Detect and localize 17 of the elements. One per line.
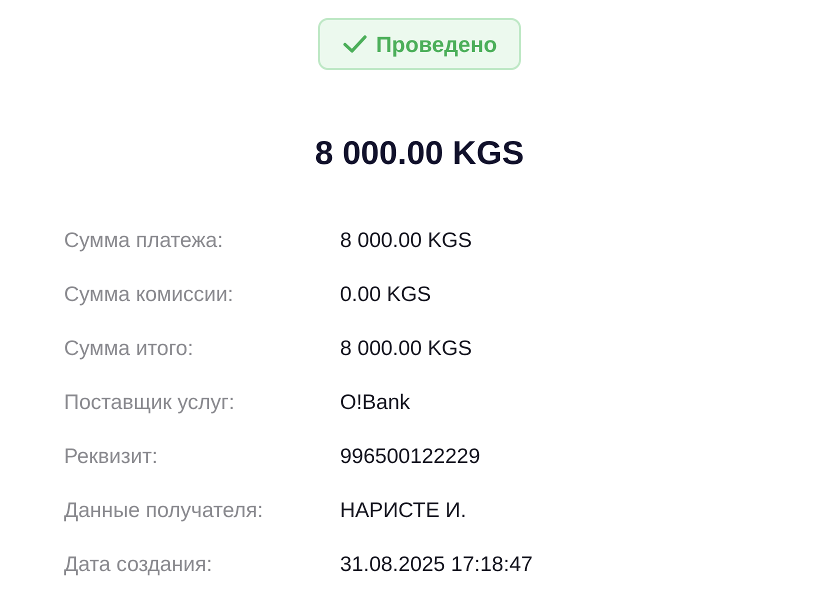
status-label: Проведено — [376, 30, 498, 59]
detail-value: 31.08.2025 17:18:47 — [340, 552, 533, 578]
detail-value: 8 000.00 KGS — [340, 228, 472, 254]
detail-value: 8 000.00 KGS — [340, 336, 472, 362]
detail-value: O!Bank — [340, 390, 410, 416]
detail-label: Реквизит: — [64, 444, 159, 470]
detail-label: Поставщик услуг: — [64, 390, 236, 416]
detail-value: 0.00 KGS — [340, 282, 432, 308]
payment-amount: 8 000.00 KGS — [314, 133, 524, 173]
detail-value: НАРИСТЕ И. — [340, 498, 466, 524]
detail-label: Дата создания: — [64, 552, 214, 578]
detail-value: 996500122229 — [340, 444, 480, 470]
detail-label: Сумма итого: — [64, 336, 194, 362]
detail-label: Данные получателя: — [64, 498, 264, 524]
detail-label: Сумма комиссии: — [64, 282, 234, 308]
checkmark-icon — [342, 33, 368, 55]
detail-label: Сумма платежа: — [64, 228, 224, 254]
